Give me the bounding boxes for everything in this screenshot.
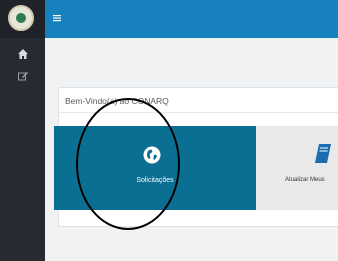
book-icon	[315, 144, 331, 163]
emblem-logo-icon	[8, 5, 34, 31]
top-navbar	[45, 0, 338, 38]
atualizar-tile[interactable]: Atualizar Meus	[256, 126, 338, 210]
atualizar-label: Atualizar Meus	[285, 177, 325, 183]
sidebar	[0, 0, 45, 261]
highlight-circle-annotation	[76, 98, 180, 230]
logo[interactable]	[0, 0, 45, 38]
hamburger-menu-icon[interactable]	[52, 13, 62, 23]
edit-icon[interactable]	[17, 70, 29, 82]
home-icon[interactable]	[17, 48, 29, 60]
